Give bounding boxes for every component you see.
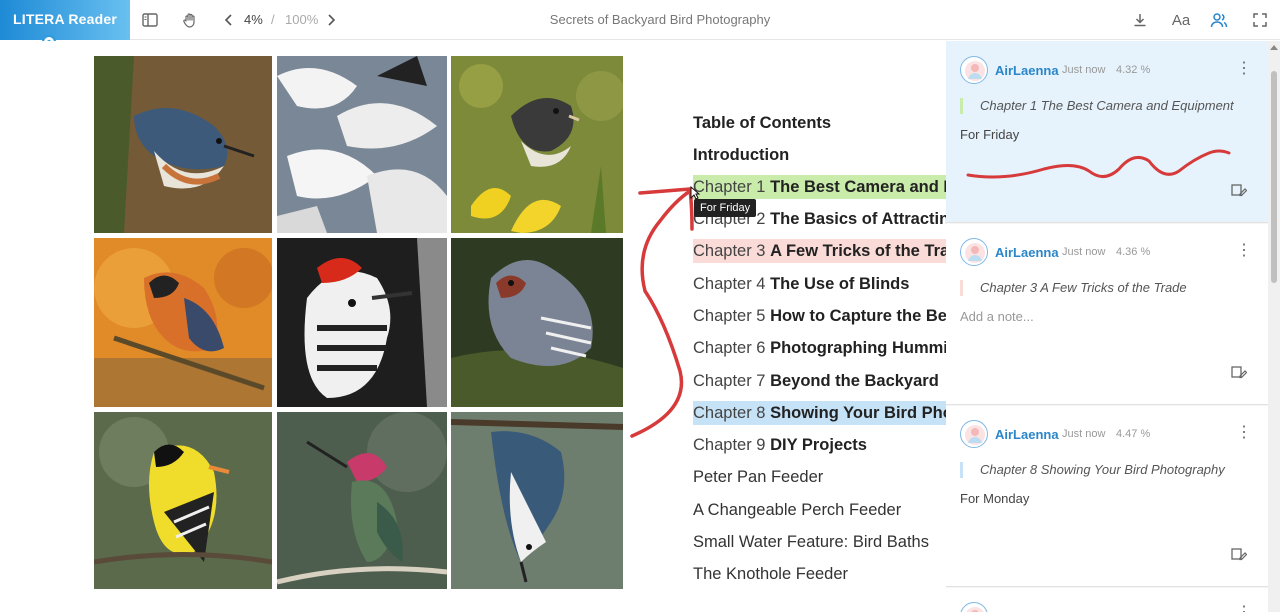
mouse-cursor-icon: [690, 186, 700, 200]
panel-scrollbar[interactable]: [1268, 41, 1280, 612]
more-options-icon[interactable]: ⋮: [1236, 424, 1252, 442]
annotation-note[interactable]: For Monday: [960, 491, 1029, 506]
toc-chapter-title: How to Capture the Best B: [770, 307, 946, 325]
avatar: [960, 420, 988, 448]
annotation-card-partial[interactable]: ⋮: [946, 588, 1268, 612]
woodpecker-photo: [277, 238, 447, 407]
page-total: 100%: [285, 12, 319, 27]
toc-item-chapter-7[interactable]: Chapter 7 Beyond the Backyard: [693, 369, 939, 393]
sidebar-toggle-icon[interactable]: [140, 10, 160, 30]
toc-chapter-number: Chapter 1: [693, 178, 766, 196]
nuthatch-hanging-photo: [451, 412, 623, 589]
toc-chapter-title: Showing Your Bird Photog: [770, 404, 946, 422]
edit-note-icon[interactable]: [1231, 183, 1247, 197]
toc-item-chapter-3[interactable]: Chapter 3 A Few Tricks of the Trade: [693, 239, 946, 263]
scrollbar-thumb[interactable]: [1271, 71, 1277, 283]
annotation-quote: Chapter 8 Showing Your Bird Photography: [960, 462, 1225, 478]
annotation-time: Just now: [1062, 428, 1106, 440]
toc-item-chapter-9[interactable]: Chapter 9 DIY Projects: [693, 433, 867, 457]
snow-geese-photo: [277, 56, 447, 233]
toc-item-knothole-feeder[interactable]: The Knothole Feeder: [693, 562, 848, 586]
brand-logo: LITERA Reader: [0, 0, 130, 40]
toc-item-changeable-perch-feeder[interactable]: A Changeable Perch Feeder: [693, 498, 901, 522]
annotations-panel: AirLaenna Just now 4.32 % ⋮ Chapter 1 Th…: [946, 41, 1280, 612]
toc-chapter-number: Chapter 7: [693, 372, 766, 390]
reader-page: Table of Contents Introduction Chapter 1…: [0, 41, 946, 612]
quail-dove-photo: [451, 238, 623, 407]
toc-item-peter-pan-feeder[interactable]: Peter Pan Feeder: [693, 465, 823, 489]
junco-daffodil-photo: [451, 56, 623, 233]
annotation-username[interactable]: AirLaenna: [995, 427, 1059, 442]
toc-chapter-title: Beyond the Backyard: [770, 372, 939, 390]
toc-chapter-number: Chapter 5: [693, 307, 766, 325]
edit-note-icon[interactable]: [1231, 547, 1247, 561]
font-size-icon[interactable]: Aa: [1170, 10, 1192, 30]
goldfinch-photo: [94, 412, 272, 589]
fullscreen-icon[interactable]: [1250, 10, 1270, 30]
toc-chapter-title: The Use of Blinds: [770, 275, 910, 293]
annotation-card-1[interactable]: AirLaenna Just now 4.32 % ⋮ Chapter 1 Th…: [946, 41, 1268, 223]
annotation-arrow-drawing: [630, 187, 694, 438]
toc-chapter-number: Chapter 9: [693, 436, 766, 454]
toc-chapter-number: Chapter 4: [693, 275, 766, 293]
page-position: 4%: [244, 12, 263, 27]
annotation-card-2[interactable]: AirLaenna Just now 4.36 % ⋮ Chapter 3 A …: [946, 224, 1268, 405]
annotation-time: Just now: [1062, 246, 1106, 258]
hand-pan-icon[interactable]: [180, 10, 200, 30]
toc-item-chapter-5[interactable]: Chapter 5 How to Capture the Best B: [693, 304, 946, 328]
toc-item-bird-baths[interactable]: Small Water Feature: Bird Baths: [693, 530, 929, 554]
download-icon[interactable]: [1130, 10, 1150, 30]
toc-item-chapter-4[interactable]: Chapter 4 The Use of Blinds: [693, 272, 909, 296]
annotation-time: Just now: [1062, 64, 1106, 76]
annotation-username[interactable]: AirLaenna: [995, 63, 1059, 78]
page-slash: /: [271, 12, 275, 27]
annotation-note[interactable]: For Friday: [960, 127, 1019, 142]
annotation-card-3[interactable]: AirLaenna Just now 4.47 % ⋮ Chapter 8 Sh…: [946, 406, 1268, 587]
more-options-icon[interactable]: ⋮: [1236, 242, 1252, 260]
toc-heading: Table of Contents: [693, 114, 832, 132]
more-options-icon[interactable]: ⋮: [1236, 604, 1252, 612]
toc-item-chapter-1[interactable]: Chapter 1 The Best Camera and Equi: [693, 175, 946, 199]
toc-chapter-number: Chapter 8: [693, 404, 766, 422]
avatar: [960, 56, 988, 84]
toc-chapter-title: The Best Camera and Equi: [770, 178, 946, 196]
annotation-quote: Chapter 3 A Few Tricks of the Trade: [960, 280, 1187, 296]
toc-item-chapter-6[interactable]: Chapter 6 Photographing Humming: [693, 336, 946, 360]
annotation-username[interactable]: AirLaenna: [995, 245, 1059, 260]
avatar: [960, 238, 988, 266]
note-tooltip: For Friday: [694, 199, 757, 217]
oriole-photo: [94, 238, 272, 407]
handwritten-squiggle-drawing: [966, 149, 1231, 179]
scroll-up-arrow-icon[interactable]: [1270, 45, 1278, 50]
toc-chapter-title: DIY Projects: [770, 436, 867, 454]
toc-chapter-title: A Few Tricks of the Trade: [770, 242, 946, 260]
nuthatch-photo: [94, 56, 272, 233]
chevron-left-icon[interactable]: [219, 10, 239, 30]
toc-chapter-number: Chapter 6: [693, 339, 766, 357]
avatar: [960, 602, 988, 612]
hummingbird-photo: [277, 412, 447, 589]
toc-item-chapter-8[interactable]: Chapter 8 Showing Your Bird Photog: [693, 401, 946, 425]
users-icon[interactable]: [1209, 10, 1229, 30]
edit-note-icon[interactable]: [1231, 365, 1247, 379]
add-note-input[interactable]: Add a note...: [960, 309, 1034, 324]
document-title: Secrets of Backyard Bird Photography: [549, 12, 771, 27]
more-options-icon[interactable]: ⋮: [1236, 60, 1252, 78]
annotation-percent: 4.32 %: [1116, 64, 1151, 76]
annotation-percent: 4.36 %: [1116, 246, 1151, 258]
toc-chapter-title: Photographing Humming: [770, 339, 946, 357]
annotation-percent: 4.47 %: [1116, 428, 1151, 440]
toc-item-introduction[interactable]: Introduction: [693, 143, 789, 167]
chevron-right-icon[interactable]: [321, 10, 341, 30]
toc-chapter-title: The Basics of Attracting Bi: [770, 210, 946, 228]
top-toolbar: LITERA Reader 4% / 100% Secrets of Backy…: [0, 0, 1280, 49]
toc-chapter-number: Chapter 3: [693, 242, 766, 260]
annotation-quote: Chapter 1 The Best Camera and Equipment: [960, 98, 1234, 114]
